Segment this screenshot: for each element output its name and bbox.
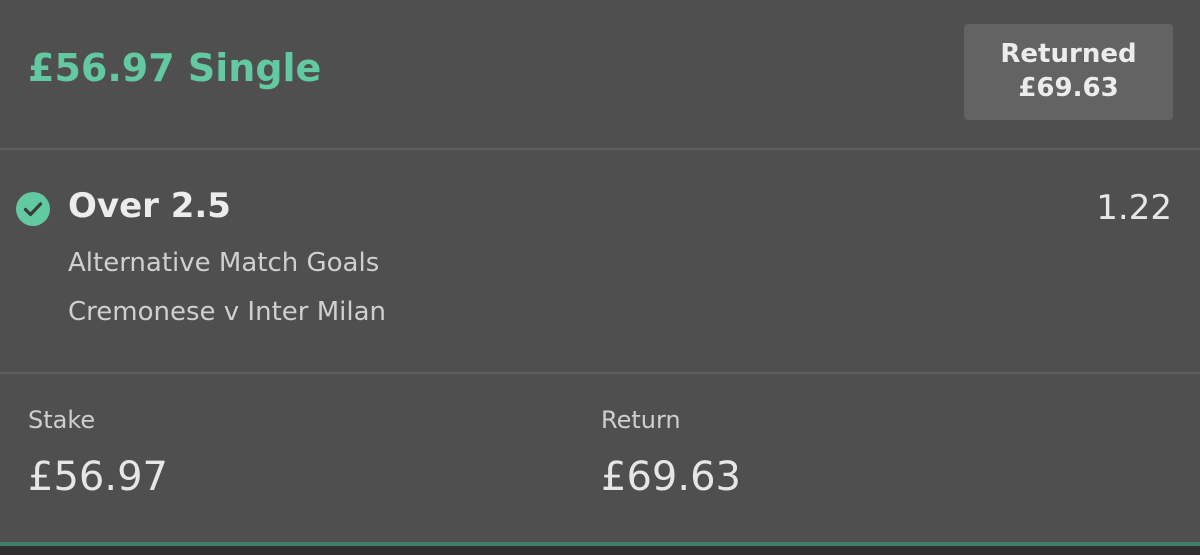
footer-bar (0, 542, 1200, 555)
market-name: Alternative Match Goals (68, 248, 380, 278)
returned-label: Returned (1000, 39, 1137, 69)
event-name: Cremonese v Inter Milan (68, 297, 387, 327)
return-value: £69.63 (601, 454, 741, 500)
stake-label: Stake (28, 406, 96, 434)
selection-name: Over 2.5 (68, 186, 231, 226)
selection-row[interactable]: Over 2.5 1.22 Alternative Match Goals Cr… (0, 150, 1200, 372)
check-circle-icon (16, 192, 50, 226)
returned-badge: Returned £69.63 (964, 24, 1173, 120)
return-label: Return (601, 406, 681, 434)
selection-odds: 1.22 (1096, 188, 1172, 228)
bet-summary: Stake £56.97 Return £69.63 (0, 374, 1200, 542)
bet-title: £56.97 Single (28, 46, 322, 90)
stake-value: £56.97 (28, 454, 168, 500)
bet-header: £56.97 Single Returned £69.63 (0, 0, 1200, 148)
returned-amount: £69.63 (1018, 73, 1119, 103)
